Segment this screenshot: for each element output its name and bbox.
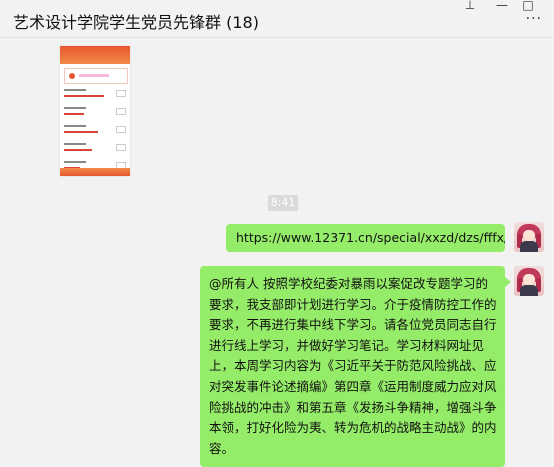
link-message-bubble[interactable]: https://www.12371.cn/special/xxzd/dzs/ff… — [226, 224, 505, 252]
user-avatar[interactable] — [514, 266, 544, 296]
more-options-button[interactable]: ··· — [526, 11, 542, 27]
minimize-icon: — — [496, 0, 508, 12]
chat-scrollbar[interactable] — [550, 40, 554, 455]
user-avatar[interactable] — [514, 222, 544, 252]
pin-icon: ⊥ — [464, 0, 476, 12]
chat-header: 艺术设计学院学生党员先锋群 (18) ⊥ — □ ··· — [0, 0, 554, 38]
time-divider: 8:41 — [268, 195, 298, 211]
minimize-button[interactable]: — — [495, 0, 509, 12]
pin-window-button[interactable]: ⊥ — [463, 0, 477, 12]
chat-title: 艺术设计学院学生党员先锋群 (18) — [13, 13, 259, 32]
image-message-thumbnail[interactable] — [60, 46, 130, 176]
text-message-bubble[interactable]: @所有人 按照学校纪委对暴雨以案促改专题学习的要求，我支部即计划进行学习。介于疫… — [200, 266, 511, 467]
